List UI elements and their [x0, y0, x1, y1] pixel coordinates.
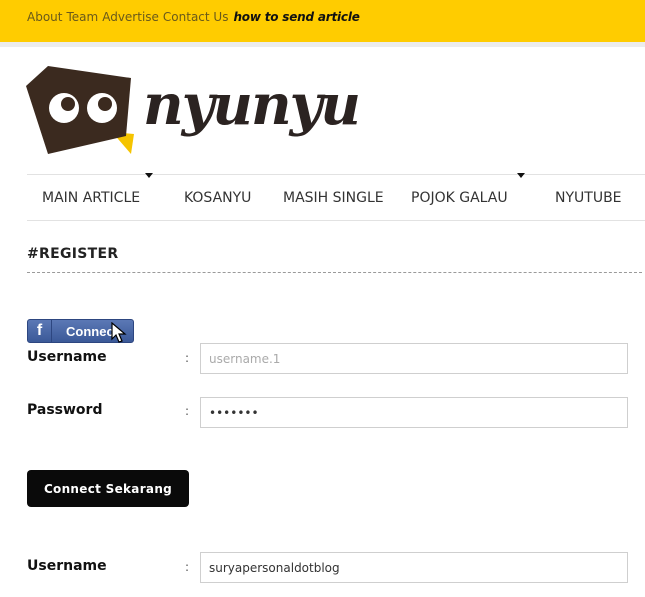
topnav-link-how-to-send[interactable]: how to send article	[233, 10, 359, 24]
caret-down-icon	[145, 173, 153, 178]
logo-left-pupil	[61, 97, 75, 111]
main-nav: MAIN ARTICLE KOSANYU MASIH SINGLE POJOK …	[27, 173, 645, 221]
logo-wordmark[interactable]: nyunyu	[143, 72, 361, 138]
nav-item-kosanyu[interactable]: KOSANYU	[184, 190, 251, 206]
topnav-link-contact[interactable]: Contact Us	[163, 10, 229, 24]
username-input-2[interactable]	[200, 552, 628, 583]
section-title: #REGISTER	[27, 246, 119, 262]
logo-right-pupil	[98, 97, 112, 111]
password-label: Password	[27, 402, 103, 418]
nav-item-nyutube[interactable]: NYUTUBE	[555, 190, 622, 206]
nav-item-masih-single[interactable]: MASIH SINGLE	[283, 190, 384, 206]
nav-item-main-article[interactable]: MAIN ARTICLE	[42, 190, 140, 206]
username-input[interactable]	[200, 343, 628, 374]
topnav-link-team[interactable]: Team	[66, 10, 98, 24]
nav-item-pojok-galau[interactable]: POJOK GALAU	[411, 190, 508, 206]
username-colon: :	[185, 351, 190, 365]
caret-down-icon	[517, 173, 525, 178]
facebook-connect-label: Connect	[66, 323, 118, 339]
password-colon: :	[185, 404, 190, 418]
top-nav: About Team Advertise Contact Us how to s…	[27, 10, 364, 24]
facebook-icon: f	[28, 320, 52, 342]
password-input[interactable]	[200, 397, 628, 428]
connect-now-button[interactable]: Connect Sekarang	[27, 470, 189, 507]
topnav-link-advertise[interactable]: Advertise	[102, 10, 159, 24]
top-bar-shadow	[0, 42, 645, 47]
username-label-2: Username	[27, 558, 107, 574]
topnav-link-about[interactable]: About	[27, 10, 62, 24]
username-colon-2: :	[185, 560, 190, 574]
section-divider	[27, 272, 642, 273]
username-label: Username	[27, 349, 107, 365]
mouse-pointer-icon	[111, 322, 127, 343]
